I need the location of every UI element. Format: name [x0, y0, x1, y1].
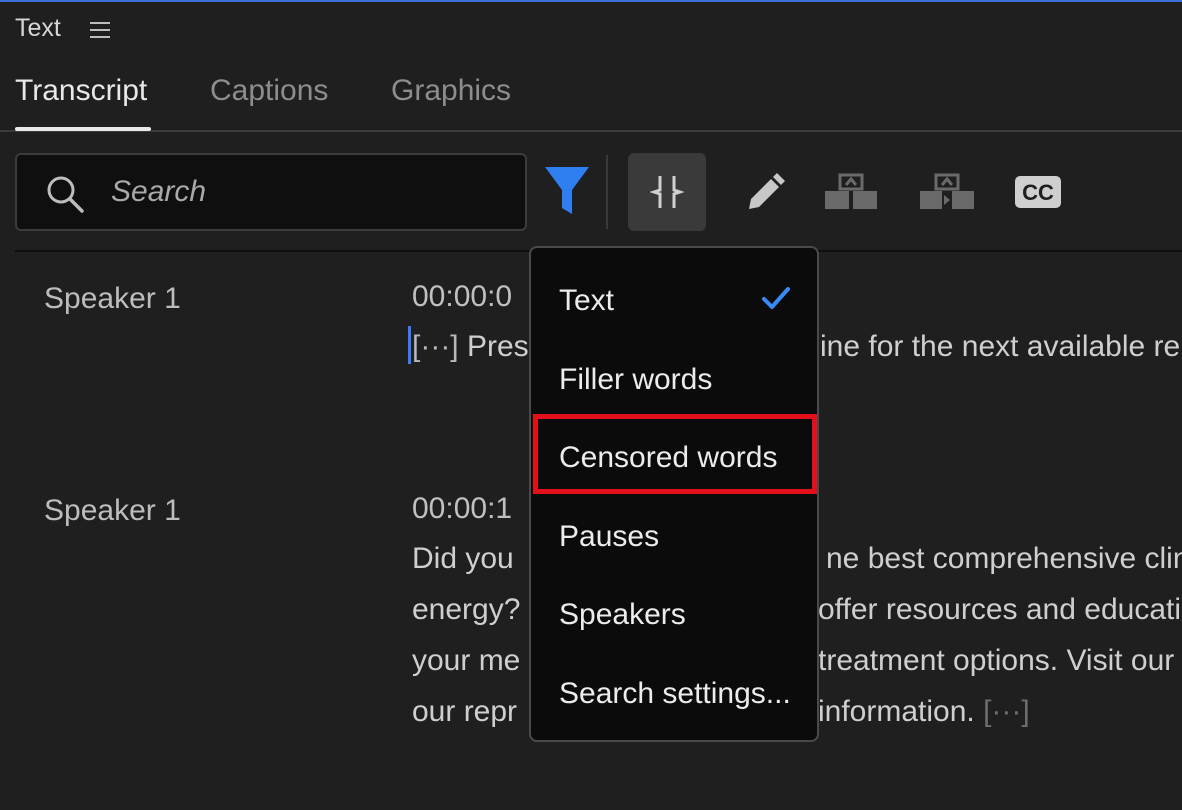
transcript-line-continued[interactable]: offer resources and educatio — [818, 593, 1182, 627]
transcript-line[interactable]: [···] Pres — [412, 330, 529, 364]
edit-pencil-icon — [749, 173, 785, 209]
split-segment-button[interactable] — [628, 153, 706, 231]
highlight-annotation-box — [533, 414, 817, 494]
split-segment-icon — [650, 176, 684, 208]
checkmark-icon — [762, 287, 790, 309]
closed-captions-button[interactable]: CC — [999, 153, 1077, 231]
menu-item-pauses[interactable]: Pauses — [559, 520, 659, 554]
tabs-divider — [0, 130, 1182, 132]
panel-title: Text — [15, 14, 61, 42]
transcript-line-continued[interactable]: information. [···] — [818, 695, 1030, 729]
toolbar-divider — [606, 155, 608, 229]
transcript-line-continued[interactable]: ine for the next available re — [820, 330, 1180, 364]
menu-item-search-settings[interactable]: Search settings... — [559, 677, 791, 711]
svg-text:CC: CC — [1022, 180, 1054, 205]
edit-button[interactable] — [725, 153, 803, 231]
window-top-accent-line — [0, 0, 1182, 2]
search-input[interactable] — [109, 171, 503, 213]
menu-item-text[interactable]: Text — [559, 284, 614, 318]
transcript-line-continued[interactable]: treatment options. Visit our — [818, 644, 1174, 678]
timecode[interactable]: 00:00:1 — [412, 492, 512, 526]
closed-captions-icon: CC — [1015, 176, 1061, 208]
speaker-label[interactable]: Speaker 1 — [44, 494, 181, 528]
filter-icon[interactable] — [544, 166, 590, 216]
transcript-line-continued[interactable]: ne best comprehensive clin — [826, 542, 1182, 576]
text-cursor — [408, 326, 411, 364]
tab-transcript[interactable]: Transcript — [15, 74, 147, 108]
menu-item-filler-words[interactable]: Filler words — [559, 363, 712, 397]
search-box[interactable] — [15, 153, 527, 231]
transcript-line[interactable]: Did you — [412, 542, 514, 576]
tab-captions[interactable]: Captions — [210, 74, 328, 108]
transcript-line[interactable]: our repr — [412, 695, 517, 729]
transcript-line[interactable]: energy? — [412, 593, 520, 627]
merge-segments-icon — [825, 173, 877, 209]
tab-bar: Transcript Captions Graphics — [0, 70, 1182, 132]
split-segments-icon — [920, 173, 974, 209]
tab-graphics[interactable]: Graphics — [391, 74, 511, 108]
hamburger-menu-icon[interactable] — [90, 22, 110, 38]
split-segments-button[interactable] — [908, 153, 986, 231]
transcript-line[interactable]: your me — [412, 644, 520, 678]
speaker-label[interactable]: Speaker 1 — [44, 282, 181, 316]
active-tab-indicator — [15, 127, 151, 131]
timecode[interactable]: 00:00:0 — [412, 280, 512, 314]
search-icon — [47, 176, 84, 213]
menu-item-speakers[interactable]: Speakers — [559, 598, 686, 632]
filter-dropdown-menu: Text Filler words Censored words Pauses … — [529, 246, 819, 742]
merge-segments-button[interactable] — [812, 153, 890, 231]
